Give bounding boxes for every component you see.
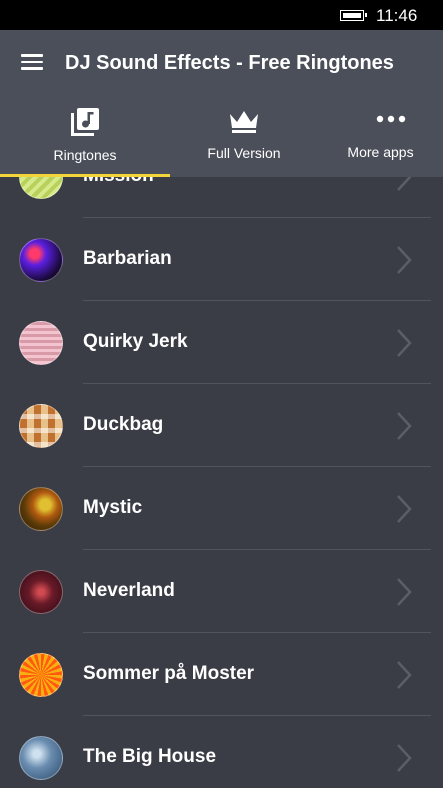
ringtone-thumbnail (19, 321, 63, 365)
app-title: DJ Sound Effects - Free Ringtones (65, 52, 394, 74)
ringtone-name: Sommer på Moster (83, 663, 255, 684)
status-bar: 11:46 (0, 0, 443, 30)
ringtone-name: Barbarian (83, 248, 172, 269)
app-screen: Mission Barbarian Quirky Jerk Duckbag My… (0, 0, 443, 788)
list-item-barbarian[interactable]: Barbarian (0, 218, 443, 301)
chevron-right-icon (397, 661, 412, 689)
ringtone-thumbnail (19, 653, 63, 697)
chevron-right-icon (397, 412, 412, 440)
list-item-quirky-jerk[interactable]: Quirky Jerk (0, 301, 443, 384)
chevron-right-icon (397, 495, 412, 523)
list-item-mystic[interactable]: Mystic (0, 467, 443, 550)
tab-label: More apps (347, 144, 414, 160)
tab-label: Ringtones (53, 147, 117, 163)
ringtone-name: Neverland (83, 580, 175, 601)
tab-label: Full Version (207, 145, 281, 161)
ringtone-name: Duckbag (83, 414, 164, 435)
hamburger-menu-icon[interactable] (21, 54, 43, 70)
selected-tab-indicator (0, 174, 170, 177)
ringtone-thumbnail (19, 404, 63, 448)
ringtone-name: Quirky Jerk (83, 331, 188, 352)
ringtone-thumbnail (19, 238, 63, 282)
list-item-neverland[interactable]: Neverland (0, 550, 443, 633)
battery-icon (340, 10, 367, 21)
list-item-duckbag[interactable]: Duckbag (0, 384, 443, 467)
chevron-right-icon (397, 329, 412, 357)
crown-icon (230, 111, 258, 133)
ringtone-thumbnail (19, 736, 63, 780)
ringtone-thumbnail (19, 570, 63, 614)
tab-more-apps[interactable]: More apps (318, 97, 443, 177)
ringtone-list[interactable]: Mission Barbarian Quirky Jerk Duckbag My… (0, 135, 443, 788)
chevron-right-icon (397, 744, 412, 772)
tab-bar: Ringtones Full Version More apps (0, 97, 443, 177)
list-item-sommer-pa-moster[interactable]: Sommer på Moster (0, 633, 443, 716)
tab-ringtones[interactable]: Ringtones (0, 97, 170, 177)
tab-full-version[interactable]: Full Version (170, 97, 318, 177)
ringtone-name: Mystic (83, 497, 143, 518)
app-header: DJ Sound Effects - Free Ringtones (0, 30, 443, 97)
status-time: 11:46 (376, 6, 418, 25)
ringtone-name: The Big House (83, 746, 217, 767)
list-item-the-big-house[interactable]: The Big House (0, 716, 443, 788)
chevron-right-icon (397, 578, 412, 606)
music-library-icon (71, 108, 99, 136)
ringtone-thumbnail (19, 487, 63, 531)
chevron-right-icon (397, 246, 412, 274)
more-dots-icon (376, 115, 406, 123)
